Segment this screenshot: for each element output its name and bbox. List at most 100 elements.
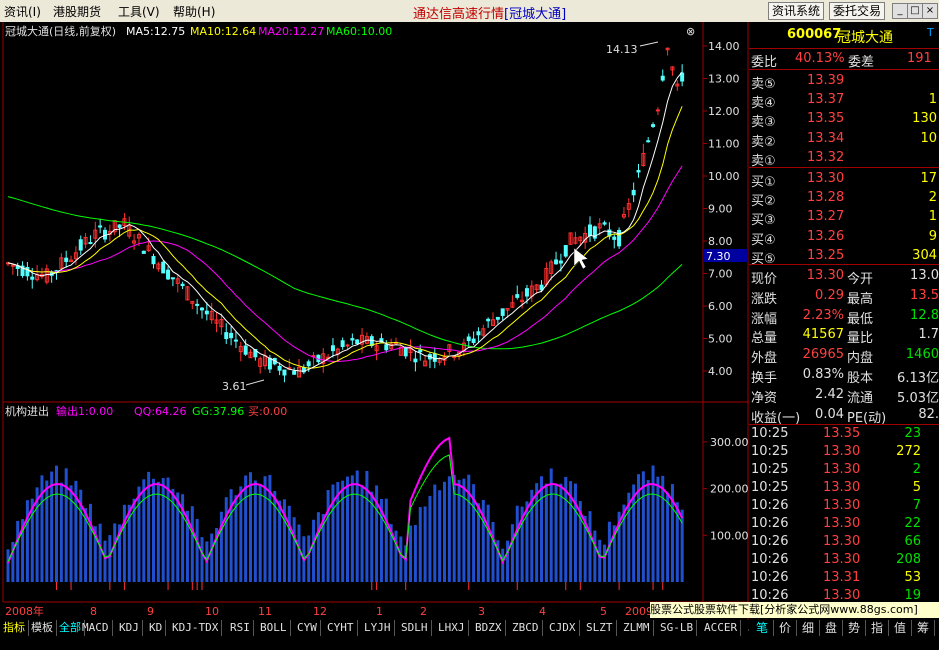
bid-price: 13.30 (807, 171, 845, 186)
stat-label: 净资 (751, 390, 778, 406)
quote-tab[interactable]: 价 (774, 620, 797, 636)
time-axis-label: 4 (539, 605, 546, 618)
status-bar (0, 637, 939, 650)
minimize-icon[interactable]: _ (892, 3, 908, 19)
menu-item-help[interactable]: 帮助(H) (173, 3, 215, 20)
candle-body (267, 357, 272, 370)
stat-value: 12.8 (910, 307, 939, 323)
candle-body (515, 294, 520, 298)
indicator-tab[interactable]: ACCER (701, 620, 742, 636)
indicator-tab[interactable]: CJDX (546, 620, 580, 636)
time-axis-label: 10 (205, 605, 219, 618)
indicator-bar (190, 506, 194, 582)
candle-body (476, 331, 481, 336)
indicator-bar (161, 478, 165, 582)
candle-body (563, 245, 568, 257)
indicator-bar (491, 521, 495, 582)
ask-volume: 10 (920, 130, 937, 146)
indicator-bar (413, 525, 417, 582)
close-icon[interactable]: × (922, 3, 938, 19)
stat-value: 2.23% (802, 307, 844, 323)
indicator-bar (355, 470, 359, 582)
indicator-bar (510, 524, 514, 582)
menu-item-hk-futures[interactable]: 港股期货 (53, 3, 101, 20)
time-axis-label: 3 (478, 605, 485, 618)
indicator-tab[interactable]: RSI (227, 620, 254, 636)
news-system-button[interactable]: 资讯系统 (768, 2, 825, 20)
indicator-tab[interactable]: 指标 (0, 620, 29, 636)
quote-tab[interactable]: 盘 (820, 620, 843, 636)
indicator-tab[interactable]: LYJH (361, 620, 395, 636)
indicator-tab[interactable]: 模板 (28, 620, 57, 636)
time-axis-label: 12 (313, 605, 327, 618)
indicator-tab[interactable]: KDJ-TDX (169, 620, 223, 636)
stat-value: 5.03亿 (897, 390, 939, 406)
candle-body (195, 303, 200, 306)
trade-button[interactable]: 委托交易 (829, 2, 886, 20)
quote-tab[interactable]: 指 (866, 620, 889, 636)
indicator-tab[interactable]: KDJ (116, 620, 143, 636)
time-axis-label: 1 (376, 605, 383, 618)
quote-tab[interactable]: 筹 (912, 620, 935, 636)
indicator-bar (258, 484, 262, 582)
bid-label: 买③ (751, 213, 776, 229)
indicator-tab[interactable]: CYHT (324, 620, 358, 636)
indicator-tab[interactable]: KD (146, 620, 167, 636)
tick-volume: 19 (904, 588, 921, 603)
price-tick-label: 13.00 (708, 73, 740, 86)
indicator-bar (462, 478, 466, 582)
stat-label: 外盘 (751, 351, 778, 367)
indicator-tab[interactable]: MACD (79, 620, 113, 636)
quote-tab[interactable]: 笔 (751, 620, 774, 636)
maximize-icon[interactable]: □ (907, 3, 923, 19)
menu-bar: 资讯(I) 港股期货 工具(V) 帮助(H) 通达信高速行情[冠城大通] 资讯系… (0, 0, 939, 23)
price-tick-label: 6.00 (708, 300, 733, 313)
price-tick-label: 11.00 (708, 138, 740, 151)
tick-row: 10:25 13.30 2 (749, 461, 939, 479)
indicator-bar (433, 484, 437, 582)
indicator-tab[interactable]: ZLMM (620, 620, 654, 636)
kline-chart-area[interactable]: 冠城大通(日线,前复权) MA5:12.75 MA10:12.64 MA20:1… (0, 22, 749, 620)
indicator-bar (326, 490, 330, 582)
stock-name: 冠城大通 (837, 30, 893, 46)
quote-tab[interactable]: 势 (843, 620, 866, 636)
indicator-bar (249, 472, 252, 582)
chart-close-icon[interactable]: ⊗ (686, 25, 695, 38)
candle-body (500, 308, 505, 316)
indicator-tab[interactable]: SG-LB (657, 620, 698, 636)
indicator-tab[interactable]: BOLL (257, 620, 291, 636)
stat-value: 1.7 (918, 327, 939, 343)
indicator-bar (341, 480, 345, 582)
candle-body (141, 250, 146, 254)
bid-label: 买④ (751, 232, 776, 248)
indicator-bar (549, 468, 553, 582)
ad-banner[interactable]: 股票公式股票软件下载[分析家公式网www.88gs.com] (650, 602, 939, 618)
tick-time: 10:26 (751, 516, 789, 531)
price-tick-label: 10.00 (708, 170, 740, 183)
candle-body (471, 338, 476, 344)
quote-tab[interactable]: 值 (889, 620, 912, 636)
indicator-bar (501, 548, 505, 582)
high-label: 14.13 (606, 43, 638, 56)
bid-price: 13.25 (807, 247, 845, 263)
indicator-tab[interactable]: SDLH (398, 620, 432, 636)
indicator-tab[interactable]: ZBCD (509, 620, 543, 636)
stat-row: 总量 41567 量比 1.7 (749, 326, 939, 346)
menu-item-news[interactable]: 资讯(I) (4, 3, 41, 20)
stat-value: 13.5 (910, 287, 939, 303)
tick-volume: 23 (904, 426, 921, 441)
indicator-tab[interactable]: BDZX (472, 620, 506, 636)
candle-body (204, 310, 209, 315)
candle-body (292, 370, 297, 375)
indicator-tab[interactable]: LHXJ (435, 620, 469, 636)
indicator-tab[interactable]: CYW (294, 620, 321, 636)
menu-item-tools[interactable]: 工具(V) (118, 3, 160, 20)
indicator-tab[interactable]: SLZT (583, 620, 617, 636)
tick-price: 13.30 (823, 516, 861, 531)
low-label: 3.61 (222, 380, 247, 393)
quote-header: 600067 冠城大通 T (749, 22, 939, 48)
stat-row: 换手 0.83% 股本 6.13亿 (749, 366, 939, 386)
indicator-bar (142, 479, 146, 582)
tick-row: 10:25 13.35 23 (749, 425, 939, 443)
quote-tab[interactable]: 细 (797, 620, 820, 636)
